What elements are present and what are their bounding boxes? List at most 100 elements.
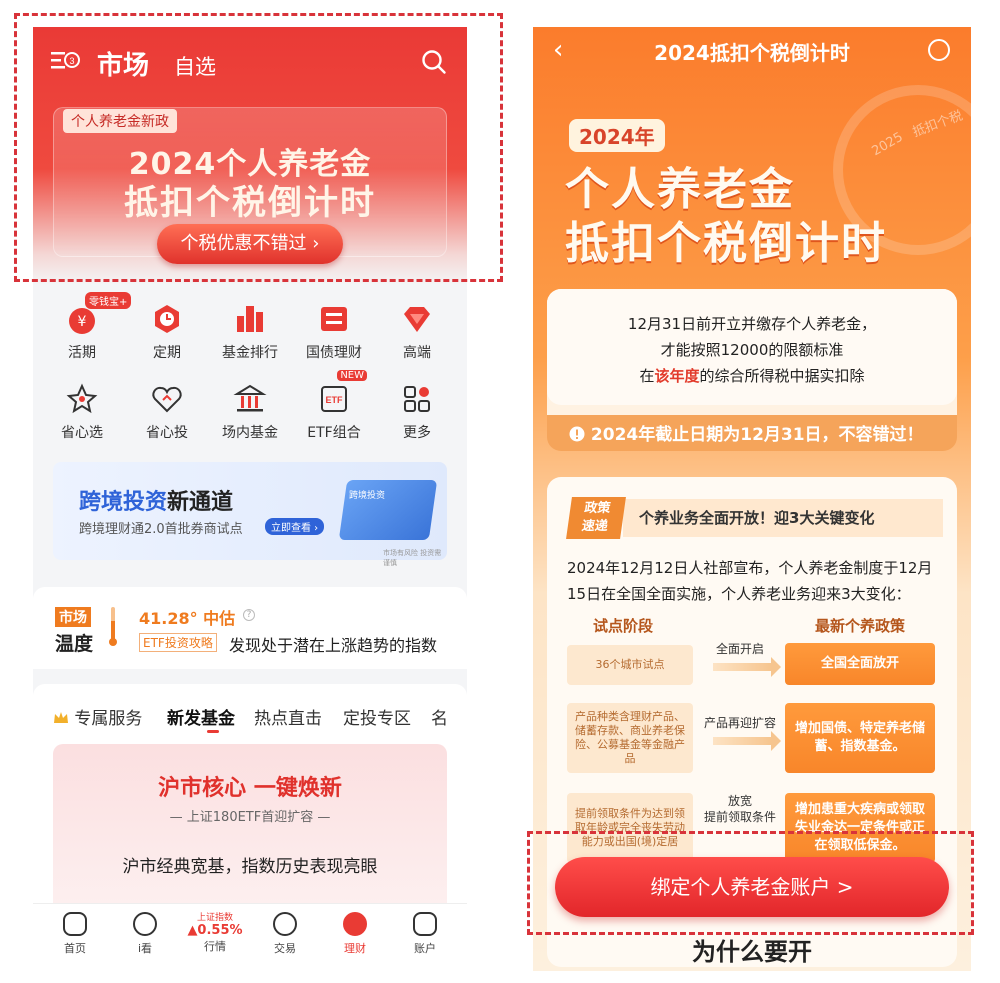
illustration-label: 跨境投资 — [349, 491, 386, 501]
active-tab-indicator — [207, 730, 219, 733]
heart-icon — [150, 382, 184, 416]
info-line3: 在该年度的综合所得税中据实扣除 — [547, 365, 957, 386]
info-line3-pre: 在 — [639, 367, 655, 385]
col-header-new-policy: 最新个养政策 — [815, 617, 906, 635]
info-icon[interactable]: ? — [243, 609, 255, 621]
tab-exclusive-service[interactable]: 专属服务 — [53, 704, 142, 729]
nav-account[interactable]: 账户 — [395, 912, 455, 956]
tab-favorites[interactable]: 自选 — [174, 51, 216, 81]
bond-icon — [317, 302, 351, 336]
nav-trade[interactable]: 交易 — [255, 912, 315, 956]
nav-label: 行情 — [204, 940, 226, 953]
grid-item-fixed[interactable]: 定期 — [127, 302, 207, 362]
nav-label: 首页 — [64, 942, 86, 955]
row1-right: 全国全面放开 — [785, 643, 935, 685]
deadline-bar: 2024年截止日期为12月31日，不容错过！ — [547, 415, 957, 451]
tab-new-fund[interactable]: 新发基金 — [167, 704, 235, 729]
info-line1: 12月31日前开立并缴存个人养老金， — [627, 315, 877, 333]
temperature-value: 41.28° 中估 — [139, 609, 236, 628]
nav-label: 交易 — [274, 942, 296, 955]
exchange-building-icon — [233, 382, 267, 416]
grid-label: 高端 — [403, 345, 431, 361]
deadline-text: 2024年截止日期为12月31日，不容错过！ — [569, 420, 924, 445]
hero-title-line2: 抵扣个税倒计时 — [565, 218, 887, 269]
deadline-label: 2024年截止日期为12月31日，不容错过！ — [590, 425, 924, 445]
cross-border-subtitle: 跨境理财通2.0首批券商试点 — [79, 522, 243, 537]
cross-border-card[interactable]: 跨境投资新通道 跨境理财通2.0首批券商试点 立即查看 › 跨境投资 市场有风险… — [53, 462, 447, 567]
grid-item-etf-combo[interactable]: ETF NEW ETF组合 — [294, 370, 374, 442]
etf-guide-tag[interactable]: ETF投资攻略 — [139, 633, 217, 652]
tab-more[interactable]: 名 — [431, 704, 448, 729]
tab-label: 专属服务 — [74, 709, 143, 729]
grid-item-easy-pick[interactable]: 省心选 — [42, 382, 122, 442]
arrow-right-icon — [713, 731, 781, 751]
home-icon — [63, 912, 87, 936]
banner-title-line2: 抵扣个税倒计时 — [124, 183, 376, 223]
grid-item-bond[interactable]: 国债理财 — [294, 302, 374, 362]
info-line2: 才能按照12000的限额标准 — [660, 341, 844, 359]
nav-market[interactable]: 上证指数 ▲0.55% 行情 — [185, 910, 245, 954]
bind-account-button[interactable]: 绑定个人养老金账户 > — [555, 857, 949, 917]
risk-note: 市场有风险 投资需谨慎 — [383, 549, 442, 567]
trade-icon — [273, 912, 297, 936]
year-badge: 2024年 — [569, 119, 665, 152]
policy-badge-line2: 速递 — [580, 519, 609, 534]
tab-market[interactable]: 市场 — [97, 45, 149, 82]
grid-label: 更多 — [403, 425, 431, 441]
grid-label: 场内基金 — [222, 425, 278, 441]
service-tabs: 专属服务 新发基金 热点直击 定投专区 名 — [53, 704, 467, 734]
market-header: 3 市场 自选 个人养老金新政 2024个人养老金 抵扣个税倒计时 个税优惠不错… — [33, 27, 467, 285]
nav-i-look[interactable]: i看 — [115, 912, 175, 956]
clock-icon — [150, 302, 184, 336]
policy-badge: 政策 速递 — [566, 497, 626, 539]
refresh-icon[interactable] — [928, 39, 950, 61]
info-card-inner: 12月31日前开立并缴存个人养老金， 才能按照12000的限额标准 在该年度的综… — [547, 289, 957, 405]
banner-tag: 个人养老金新政 — [63, 109, 177, 133]
row1-mid: 全面开启 — [715, 642, 764, 656]
row2-right: 增加国债、特定养老储蓄、指数基金。 — [785, 703, 935, 773]
grid-item-exchange-fund[interactable]: 场内基金 — [210, 382, 290, 442]
policy-badge-line1: 政策 — [583, 501, 612, 516]
promo-title: 沪市核心 一键焕新 — [158, 776, 342, 801]
view-now-button[interactable]: 立即查看 › — [265, 518, 325, 535]
search-icon[interactable] — [421, 49, 447, 75]
row2-left: 产品种类含理财产品、储蓄存款、商业养老保险、公募基金等金融产品 — [567, 703, 693, 773]
current-deposit-icon: ¥ 零钱宝+ — [65, 292, 132, 336]
temp-badge-market: 市场 — [55, 607, 91, 627]
grid-item-current[interactable]: ¥ 零钱宝+ 活期 — [42, 292, 132, 362]
fund-promo-card[interactable]: 沪市核心 一键焕新 — 上证180ETF首迎扩容 — 沪市经典宽基，指数历史表现… — [53, 744, 447, 914]
grid-item-premium[interactable]: 高端 — [377, 302, 457, 362]
temp-badge-temperature: 温度 — [55, 633, 94, 655]
tab-fixed-invest[interactable]: 定投专区 — [343, 704, 411, 729]
grid-label: 基金排行 — [222, 345, 278, 361]
wealth-icon — [343, 912, 367, 936]
bar-rank-icon — [233, 302, 267, 336]
menu-icon[interactable]: 3 — [51, 49, 81, 73]
thermometer-icon — [109, 607, 117, 646]
nav-wealth[interactable]: 理财 — [325, 912, 385, 956]
grid-label: 活期 — [68, 345, 96, 361]
banner-button[interactable]: 个税优惠不错过 › — [157, 224, 343, 264]
alert-icon — [569, 426, 585, 442]
crown-icon — [54, 712, 68, 723]
diamond-icon — [400, 302, 434, 336]
cross-border-title: 跨境投资新通道 — [79, 484, 233, 516]
promo-subtitle: — 上证180ETF首迎扩容 — — [169, 810, 331, 825]
grid-item-fund-rank[interactable]: 基金排行 — [210, 302, 290, 362]
nav-label: 理财 — [344, 942, 366, 955]
row1-left: 36个城市试点 — [567, 645, 693, 685]
row2-mid: 产品再迎扩容 — [703, 716, 776, 730]
cross-title-blue: 跨境投资 — [79, 490, 168, 515]
grid-item-easy-invest[interactable]: 省心投 — [127, 382, 207, 442]
nav-home[interactable]: 首页 — [45, 912, 105, 956]
nav-label: i看 — [137, 942, 153, 955]
svg-text:¥: ¥ — [78, 314, 87, 330]
more-grid-icon — [400, 382, 434, 416]
nav-bar: ‹ 2024抵扣个税倒计时 — [533, 27, 971, 73]
tab-hot-topics[interactable]: 热点直击 — [254, 704, 322, 729]
policy-title: 个养业务全面开放！迎3大关键变化 — [639, 509, 875, 527]
market-temperature-card[interactable]: 市场 温度 41.28° 中估 ? ETF投资攻略 发现处于潜在上涨趋势的指数 — [33, 587, 467, 669]
promo-text: 沪市经典宽基，指数历史表现亮眼 — [122, 857, 378, 877]
bottom-nav: 首页 i看 上证指数 ▲0.55% 行情 交易 理财 账户 — [33, 903, 467, 971]
grid-item-more[interactable]: 更多 — [377, 382, 457, 442]
